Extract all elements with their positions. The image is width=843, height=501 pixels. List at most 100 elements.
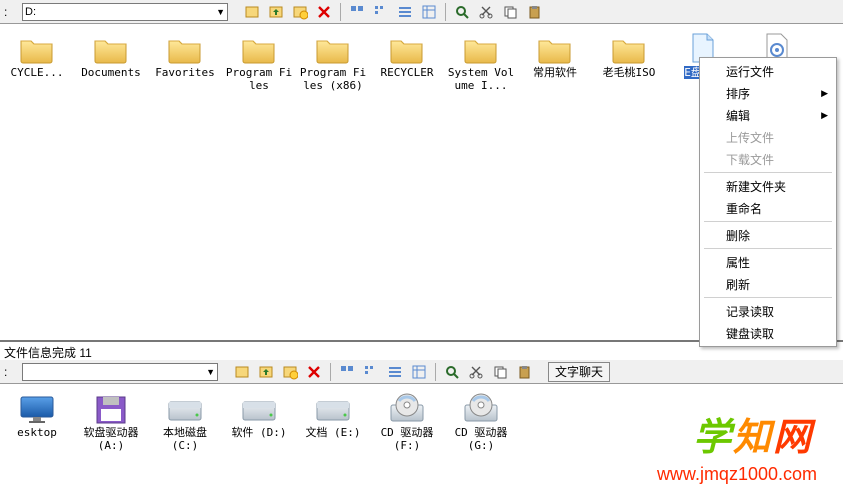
file-item[interactable]: 常用软件 <box>518 30 592 94</box>
view-list-icon[interactable] <box>385 362 405 382</box>
menu-label: 记录读取 <box>726 303 774 320</box>
path-colon: : <box>4 5 18 19</box>
menu-label: 编辑 <box>726 107 750 124</box>
menu-item[interactable]: 运行文件 <box>700 60 836 82</box>
path-select-top[interactable]: D: ▼ <box>22 3 228 21</box>
menu-separator <box>704 221 832 222</box>
menu-item: 上传文件 <box>700 126 836 148</box>
paste-icon[interactable] <box>524 2 544 22</box>
back-button[interactable] <box>242 2 262 22</box>
file-label: Documents <box>81 66 141 79</box>
view-large-icon[interactable] <box>337 362 357 382</box>
delete-button[interactable] <box>314 2 334 22</box>
floppy-icon <box>91 392 131 426</box>
file-item[interactable]: Program Files (x86) <box>296 30 370 94</box>
drive-item[interactable]: 文档 (E:) <box>296 390 370 454</box>
menu-separator <box>704 172 832 173</box>
file-label: Program Files (x86) <box>297 66 369 92</box>
drive-label: 软件 (D:) <box>231 426 286 439</box>
file-label: System Volume I... <box>445 66 517 92</box>
delete-button[interactable] <box>304 362 324 382</box>
cut-icon[interactable] <box>466 362 486 382</box>
menu-item[interactable]: 编辑 ▶ <box>700 104 836 126</box>
folder-icon <box>17 32 57 66</box>
menu-label: 新建文件夹 <box>726 178 786 195</box>
file-label: Program Files <box>223 66 295 92</box>
menu-item[interactable]: 重命名 <box>700 197 836 219</box>
file-item[interactable]: 老毛桃ISO <box>592 30 666 94</box>
drive-label: esktop <box>17 426 57 439</box>
top-toolbar: : D: ▼ <box>0 0 843 24</box>
copy-icon[interactable] <box>500 2 520 22</box>
view-detail-icon[interactable] <box>419 2 439 22</box>
folder-icon <box>461 32 501 66</box>
menu-item[interactable]: 键盘读取 <box>700 322 836 344</box>
submenu-arrow-icon: ▶ <box>821 88 828 99</box>
cd-icon <box>461 392 501 426</box>
view-list-icon[interactable] <box>395 2 415 22</box>
view-detail-icon[interactable] <box>409 362 429 382</box>
file-item[interactable]: Favorites <box>148 30 222 94</box>
search-icon[interactable] <box>452 2 472 22</box>
cut-icon[interactable] <box>476 2 496 22</box>
menu-label: 重命名 <box>726 200 762 217</box>
bottom-drive-grid[interactable]: esktop 软盘驱动器 (A:)本地磁盘 (C:) 软件 (D:) 文档 (E:) C… <box>0 384 843 454</box>
hdd-icon <box>165 392 205 426</box>
up-button[interactable] <box>256 362 276 382</box>
copy-icon[interactable] <box>490 362 510 382</box>
menu-label: 刷新 <box>726 276 750 293</box>
folder-icon <box>239 32 279 66</box>
drive-item[interactable]: 软件 (D:) <box>222 390 296 454</box>
drive-item[interactable]: 本地磁盘 (C:) <box>148 390 222 454</box>
drive-item[interactable]: CD 驱动器 (F:) <box>370 390 444 454</box>
folder-icon <box>387 32 427 66</box>
folder-icon <box>91 32 131 66</box>
file-item[interactable]: System Volume I... <box>444 30 518 94</box>
drive-label: 本地磁盘 (C:) <box>149 426 221 452</box>
bottom-toolbar: : ▼ 文字聊天 <box>0 360 843 384</box>
chevron-down-icon: ▼ <box>206 367 215 377</box>
file-item[interactable]: RECYCLER <box>370 30 444 94</box>
view-small-icon[interactable] <box>361 362 381 382</box>
menu-item[interactable]: 记录读取 <box>700 300 836 322</box>
paste-icon[interactable] <box>514 362 534 382</box>
menu-item[interactable]: 刷新 <box>700 273 836 295</box>
desktop-icon <box>17 392 57 426</box>
up-button[interactable] <box>266 2 286 22</box>
path-select-bottom[interactable]: ▼ <box>22 363 218 381</box>
drive-item[interactable]: CD 驱动器 (G:) <box>444 390 518 454</box>
menu-item[interactable]: 排序▶ <box>700 82 836 104</box>
drive-label: 文档 (E:) <box>305 426 360 439</box>
drive-item[interactable]: esktop <box>0 390 74 454</box>
drive-label: 软盘驱动器 (A:) <box>75 426 147 452</box>
menu-item: 下载文件 <box>700 148 836 170</box>
drive-item[interactable]: 软盘驱动器 (A:) <box>74 390 148 454</box>
menu-label: 下载文件 <box>726 151 774 168</box>
cd-icon <box>387 392 427 426</box>
menu-item[interactable]: 新建文件夹 <box>700 175 836 197</box>
menu-label: 上传文件 <box>726 129 774 146</box>
file-label: 常用软件 <box>533 66 577 79</box>
folder-icon <box>313 32 353 66</box>
file-item[interactable]: Program Files <box>222 30 296 94</box>
bottom-pane: esktop 软盘驱动器 (A:)本地磁盘 (C:) 软件 (D:) 文档 (E:) C… <box>0 384 843 454</box>
menu-separator <box>704 248 832 249</box>
file-label: 老毛桃ISO <box>603 66 656 79</box>
menu-item[interactable]: 删除 <box>700 224 836 246</box>
menu-label: 删除 <box>726 227 750 244</box>
menu-item[interactable]: 属性 <box>700 251 836 273</box>
text-chat-button[interactable]: 文字聊天 <box>548 362 610 382</box>
search-icon[interactable] <box>442 362 462 382</box>
watermark-url: www.jmqz1000.com <box>657 464 817 485</box>
new-folder-button[interactable] <box>280 362 300 382</box>
menu-label: 运行文件 <box>726 63 774 80</box>
file-label: Favorites <box>155 66 215 79</box>
folder-icon <box>165 32 205 66</box>
file-item[interactable]: CYCLE... <box>0 30 74 94</box>
back-button[interactable] <box>232 362 252 382</box>
view-small-icon[interactable] <box>371 2 391 22</box>
file-item[interactable]: Documents <box>74 30 148 94</box>
submenu-arrow-icon: ▶ <box>821 110 828 121</box>
view-large-icon[interactable] <box>347 2 367 22</box>
new-folder-button[interactable] <box>290 2 310 22</box>
